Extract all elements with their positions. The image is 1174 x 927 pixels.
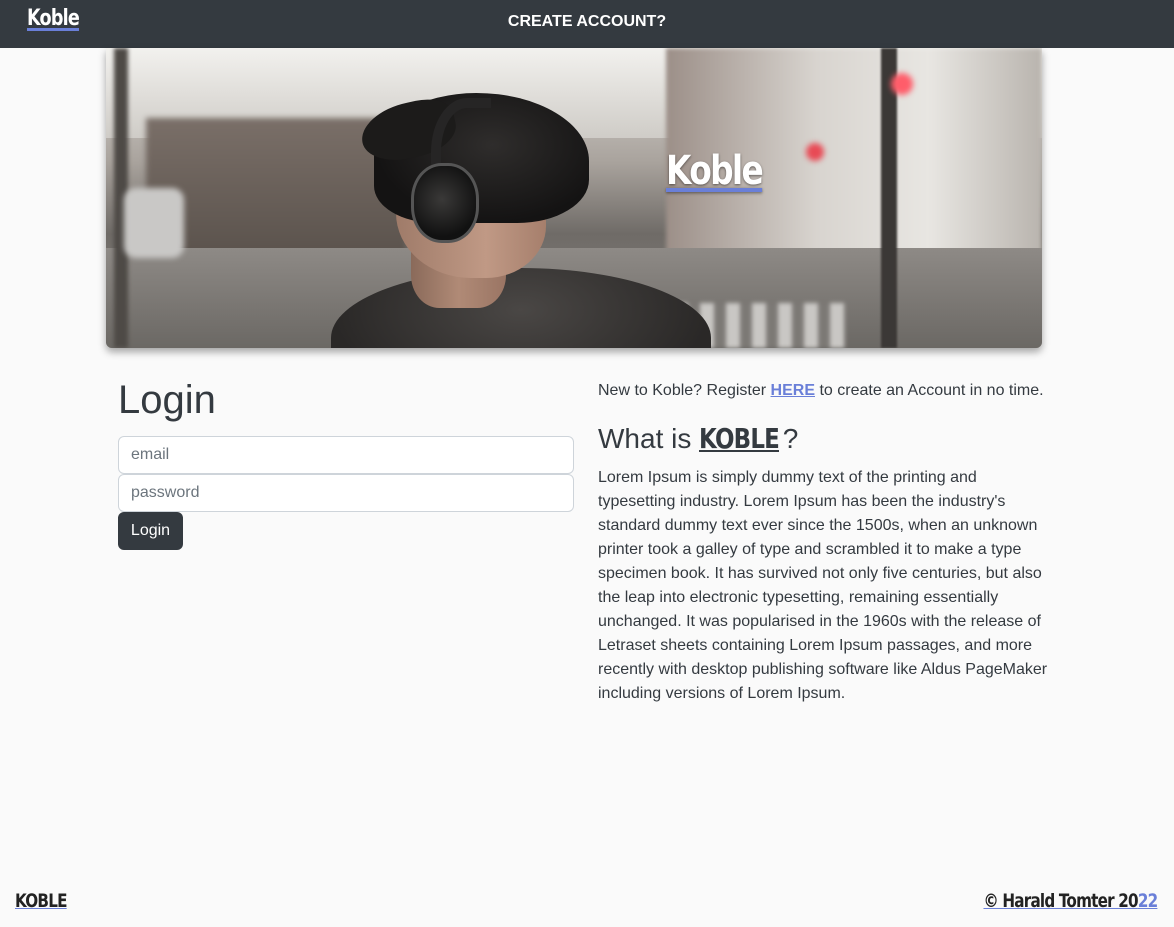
create-account-link[interactable]: CREATE ACCOUNT? <box>0 13 1174 31</box>
login-button[interactable]: Login <box>118 512 183 550</box>
headphones-icon <box>411 163 479 243</box>
about-heading-prefix: What is <box>598 423 692 454</box>
about-body-text: Lorem Ipsum is simply dummy text of the … <box>598 469 1048 702</box>
hero-photo-car <box>124 188 184 258</box>
register-prompt: New to Koble? Register HERE to create an… <box>598 382 1068 400</box>
about-heading: What is KOBLE? <box>598 422 798 455</box>
footer-brand-link[interactable]: KOBLE <box>15 890 67 912</box>
hero-photo-pole-right <box>881 48 897 348</box>
password-input[interactable] <box>118 474 574 512</box>
hero-banner: Koble <box>106 48 1042 348</box>
email-input[interactable] <box>118 436 574 474</box>
register-suffix: to create an Account in no time. <box>819 382 1044 399</box>
hero-photo-traffic-light-2 <box>806 143 824 161</box>
login-heading: Login <box>118 378 216 422</box>
hero-title: Koble <box>666 148 764 194</box>
footer-copyright: © Harald Tomter 2022 <box>983 890 1158 912</box>
footer-copyright-main: © Harald Tomter 20 <box>983 890 1138 912</box>
about-heading-brand: KOBLE <box>699 422 780 455</box>
register-prefix: New to Koble? Register <box>598 382 767 399</box>
about-heading-suffix: ? <box>782 423 799 454</box>
register-here-link[interactable]: HERE <box>771 382 815 399</box>
footer-copyright-year-end: 22 <box>1137 890 1157 912</box>
top-navbar: Koble CREATE ACCOUNT? <box>0 0 1174 48</box>
hero-photo-traffic-light <box>891 73 913 95</box>
